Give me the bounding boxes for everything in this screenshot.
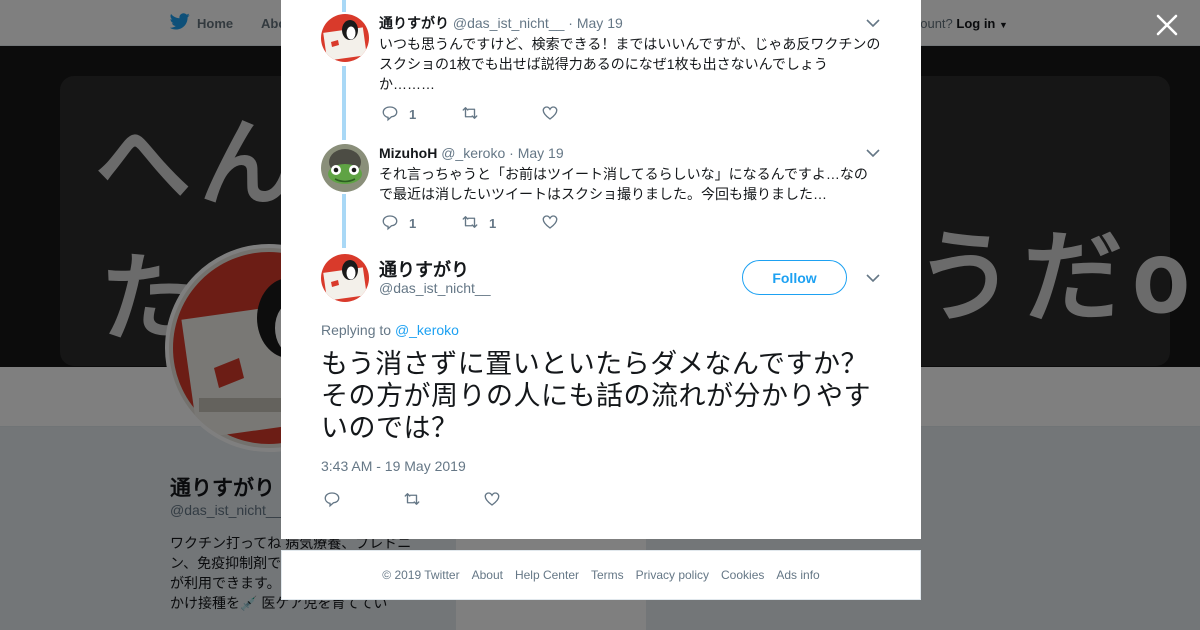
- author-handle[interactable]: @das_ist_nicht__: [453, 15, 565, 31]
- reply-button[interactable]: 1: [381, 213, 461, 233]
- tweet-header: 通りすがり @das_ist_nicht__ · May 19: [379, 14, 881, 32]
- like-icon: [483, 490, 501, 511]
- chevron-down-icon[interactable]: [865, 270, 881, 286]
- thread-tweet[interactable]: 通りすがり @das_ist_nicht__ · May 19 いつも思うんです…: [321, 14, 881, 122]
- author-handle[interactable]: @das_ist_nicht__: [379, 280, 491, 296]
- main-tweet-text: もう消さずに置いといたらダメなんですか？その方が周りの人にも話の流れが分かりやす…: [321, 349, 871, 443]
- avatar[interactable]: [321, 14, 369, 62]
- follow-button[interactable]: Follow: [742, 260, 847, 295]
- author-name[interactable]: 通りすがり: [379, 15, 449, 31]
- thread-tweet[interactable]: MizuhoH @_keroko · May 19 それ言っちゃうと「お前はツイ…: [321, 144, 881, 231]
- chevron-down-icon[interactable]: [865, 15, 881, 31]
- tweet-header: MizuhoH @_keroko · May 19: [379, 144, 881, 162]
- like-button[interactable]: [483, 490, 563, 510]
- tweet-modal: 通りすがり @das_ist_nicht__ · May 19 いつも思うんです…: [281, 0, 921, 539]
- reply-icon: [381, 104, 399, 125]
- retweet-icon: [461, 213, 479, 234]
- avatar[interactable]: [321, 254, 369, 302]
- retweet-count: 1: [489, 215, 497, 231]
- thread-line: [342, 0, 346, 12]
- replying-prefix: Replying to: [321, 322, 392, 338]
- tweet-date[interactable]: May 19: [577, 15, 623, 31]
- footer-copyright: © 2019 Twitter: [382, 568, 460, 582]
- retweet-button[interactable]: [403, 490, 483, 510]
- reply-count: 1: [409, 106, 417, 122]
- like-button[interactable]: [541, 213, 621, 233]
- separator-dot: ·: [509, 145, 514, 161]
- retweet-button[interactable]: 1: [461, 213, 541, 233]
- retweet-icon: [461, 104, 479, 125]
- tweet-timestamp[interactable]: 3:43 AM - 19 May 2019: [321, 458, 466, 474]
- footer: © 2019 Twitter About Help Center Terms P…: [281, 550, 921, 600]
- author-name[interactable]: MizuhoH: [379, 145, 437, 161]
- reply-icon: [323, 490, 341, 511]
- author-name[interactable]: 通りすがり: [379, 256, 469, 282]
- footer-link-ads-info[interactable]: Ads info: [776, 568, 819, 582]
- retweet-button[interactable]: [461, 104, 541, 124]
- tweet-actions: 1: [381, 104, 621, 124]
- footer-link-help-center[interactable]: Help Center: [515, 568, 579, 582]
- like-button[interactable]: [541, 104, 621, 124]
- replying-to-link[interactable]: @_keroko: [395, 322, 459, 338]
- chevron-down-icon[interactable]: [865, 145, 881, 161]
- tweet-date[interactable]: May 19: [518, 145, 564, 161]
- footer-link-cookies[interactable]: Cookies: [721, 568, 764, 582]
- footer-link-terms[interactable]: Terms: [591, 568, 624, 582]
- reply-count: 1: [409, 215, 417, 231]
- reply-icon: [381, 213, 399, 234]
- retweet-icon: [403, 490, 421, 511]
- reply-button[interactable]: [323, 490, 403, 510]
- reply-button[interactable]: 1: [381, 104, 461, 124]
- footer-link-about[interactable]: About: [472, 568, 503, 582]
- close-icon[interactable]: [1154, 12, 1180, 38]
- tweet-actions: 1 1: [381, 213, 621, 233]
- tweet-actions: [323, 490, 563, 510]
- separator-dot: ·: [568, 15, 573, 31]
- replying-to: Replying to @_keroko: [321, 322, 459, 338]
- tweet-text: それ言っちゃうと「お前はツイート消してるらしいな」になるんですよ…なので最近は消…: [379, 166, 868, 202]
- like-icon: [541, 213, 559, 234]
- author-handle[interactable]: @_keroko: [441, 145, 505, 161]
- footer-link-privacy[interactable]: Privacy policy: [636, 568, 709, 582]
- like-icon: [541, 104, 559, 125]
- avatar[interactable]: [321, 144, 369, 192]
- tweet-text: いつも思うんですけど、検索できる！まではいいんですが、じゃあ反ワクチンのスクショ…: [379, 36, 881, 92]
